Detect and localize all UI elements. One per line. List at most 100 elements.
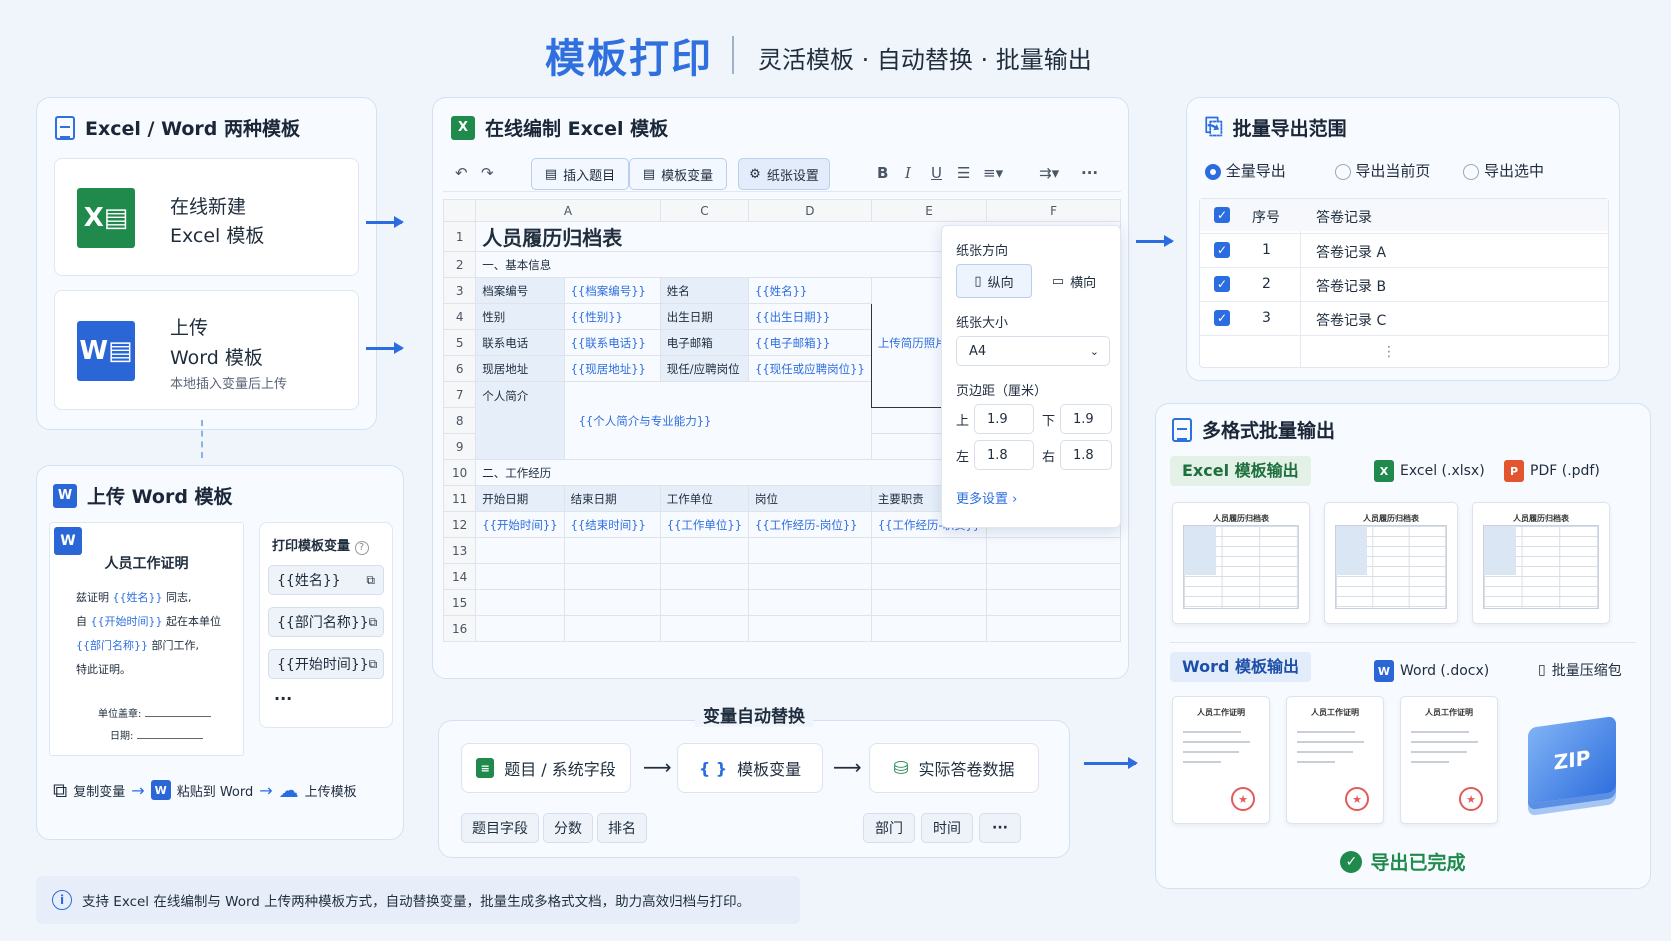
col-header-c[interactable]: C bbox=[659, 199, 750, 222]
col-header-d[interactable]: D bbox=[748, 199, 872, 222]
cell-var[interactable]: {{出生日期}} bbox=[748, 303, 872, 330]
cell-label[interactable]: 现居地址 bbox=[475, 355, 565, 382]
paper-size-select[interactable]: A4 ⌄ bbox=[956, 336, 1110, 366]
italic-icon[interactable]: I bbox=[905, 164, 911, 182]
more-icon[interactable]: ··· bbox=[1081, 164, 1098, 182]
copy-icon[interactable]: ⧉ bbox=[369, 657, 378, 672]
work-var[interactable]: {{结束时间}} bbox=[563, 511, 661, 538]
template-variable-button[interactable]: ▤ 模板变量 bbox=[629, 158, 727, 190]
word-icon: W▤ bbox=[77, 321, 135, 381]
work-header[interactable]: 开始日期 bbox=[475, 485, 565, 512]
table-row[interactable]: ✓ 2 答卷记录 B bbox=[1200, 267, 1608, 299]
cell[interactable] bbox=[659, 615, 750, 642]
valign-icon[interactable]: ≡▾ bbox=[983, 164, 1003, 182]
cell-label[interactable]: 性别 bbox=[475, 303, 565, 330]
radio-selected[interactable]: 导出选中 bbox=[1463, 162, 1544, 180]
cell[interactable] bbox=[659, 563, 750, 590]
cell[interactable] bbox=[475, 563, 565, 590]
row-checkbox[interactable]: ✓ bbox=[1214, 242, 1230, 258]
intro-var-cell[interactable]: {{个人简介与专业能力}} bbox=[563, 381, 872, 460]
cell[interactable] bbox=[563, 589, 661, 616]
vars-more[interactable]: ··· bbox=[274, 689, 292, 708]
chip-rank: 排名 bbox=[597, 813, 647, 843]
align-icon[interactable]: ☰ bbox=[957, 164, 970, 182]
margin-right-input[interactable]: 1.8 bbox=[1060, 440, 1112, 470]
underline-icon[interactable]: U bbox=[931, 164, 942, 182]
margin-left-input[interactable]: 1.8 bbox=[974, 440, 1034, 470]
margin-top-input[interactable]: 1.9 bbox=[974, 404, 1034, 434]
portrait-option[interactable]: ▯ 纵向 bbox=[956, 264, 1032, 298]
cell-var[interactable]: {{现居地址}} bbox=[563, 355, 661, 382]
radio-current[interactable]: 导出当前页 bbox=[1334, 162, 1430, 180]
cell-label[interactable]: 出生日期 bbox=[659, 303, 750, 330]
var-chip-name[interactable]: {{姓名}} ⧉ bbox=[268, 565, 384, 595]
cell-label[interactable]: 姓名 bbox=[659, 277, 750, 304]
cell[interactable] bbox=[870, 615, 988, 642]
cell[interactable] bbox=[870, 563, 988, 590]
cell[interactable] bbox=[748, 563, 872, 590]
col-header-f[interactable]: F bbox=[986, 199, 1121, 222]
word-upload-card[interactable]: W▤ 上传 Word 模板 本地插入变量后上传 bbox=[54, 290, 359, 410]
more-settings-link[interactable]: 更多设置 › bbox=[956, 488, 1017, 507]
help-icon[interactable]: ? bbox=[354, 541, 369, 555]
table-row[interactable]: ✓ 3 答卷记录 C bbox=[1200, 301, 1608, 333]
work-header[interactable]: 岗位 bbox=[748, 485, 872, 512]
landscape-option[interactable]: ▭ 横向 bbox=[1036, 264, 1112, 298]
var-chip-start[interactable]: {{开始时间}} ⧉ bbox=[268, 649, 384, 679]
cell[interactable] bbox=[475, 615, 565, 642]
cell-label[interactable]: 电子邮箱 bbox=[659, 329, 750, 356]
row-checkbox[interactable]: ✓ bbox=[1214, 276, 1230, 292]
work-header[interactable]: 工作单位 bbox=[659, 485, 750, 512]
work-var[interactable]: {{工作经历-岗位}} bbox=[748, 511, 872, 538]
cell-label[interactable]: 现任/应聘岗位 bbox=[659, 355, 750, 382]
redo-icon[interactable]: ↷ bbox=[481, 164, 494, 182]
intro-label-cell[interactable]: 个人简介 bbox=[475, 381, 565, 460]
copy-icon[interactable]: ⧉ bbox=[366, 573, 375, 588]
margin-left-label: 左 bbox=[956, 450, 970, 465]
table-row[interactable]: ✓ 1 答卷记录 A bbox=[1200, 233, 1608, 265]
cell[interactable] bbox=[563, 615, 661, 642]
var-chip-dept[interactable]: {{部门名称}} ⧉ bbox=[268, 607, 384, 637]
row-number: 2 bbox=[443, 251, 477, 278]
cell-label[interactable]: 联系电话 bbox=[475, 329, 565, 356]
cell[interactable] bbox=[748, 615, 872, 642]
cell[interactable] bbox=[870, 589, 988, 616]
radio-all[interactable]: 全量导出 bbox=[1205, 162, 1286, 180]
cell[interactable] bbox=[986, 615, 1121, 642]
undo-icon[interactable]: ↶ bbox=[455, 164, 468, 182]
bold-icon[interactable]: B bbox=[877, 164, 888, 182]
cell[interactable] bbox=[475, 537, 565, 564]
wrap-icon[interactable]: ⇉▾ bbox=[1039, 164, 1059, 182]
cell-var[interactable]: {{电子邮箱}} bbox=[748, 329, 872, 356]
cell[interactable] bbox=[659, 537, 750, 564]
row-checkbox[interactable]: ✓ bbox=[1214, 310, 1230, 326]
col-header-a[interactable]: A bbox=[475, 199, 661, 222]
cell[interactable] bbox=[659, 589, 750, 616]
cell[interactable] bbox=[563, 537, 661, 564]
work-var[interactable]: {{工作单位}} bbox=[659, 511, 750, 538]
paper-settings-button[interactable]: ⚙ 纸张设置 bbox=[738, 158, 830, 190]
cell[interactable] bbox=[870, 537, 988, 564]
margin-bottom-input[interactable]: 1.9 bbox=[1060, 404, 1112, 434]
cell-var[interactable]: {{性别}} bbox=[563, 303, 661, 330]
cell-var[interactable]: {{联系电话}} bbox=[563, 329, 661, 356]
work-header[interactable]: 结束日期 bbox=[563, 485, 661, 512]
cell[interactable] bbox=[563, 563, 661, 590]
cell-label[interactable]: 档案编号 bbox=[475, 277, 565, 304]
cell[interactable] bbox=[986, 563, 1121, 590]
cell-var[interactable]: {{档案编号}} bbox=[563, 277, 661, 304]
checkbox-all[interactable]: ✓ bbox=[1214, 207, 1230, 223]
cell[interactable] bbox=[986, 537, 1121, 564]
doc-sign-seal: 单位盖章: bbox=[98, 705, 211, 720]
work-var[interactable]: {{开始时间}} bbox=[475, 511, 565, 538]
cell[interactable] bbox=[748, 589, 872, 616]
excel-new-card[interactable]: X▤ 在线新建 Excel 模板 bbox=[54, 158, 359, 276]
copy-icon[interactable]: ⧉ bbox=[369, 615, 378, 630]
cell[interactable] bbox=[986, 589, 1121, 616]
col-header-e[interactable]: E bbox=[870, 199, 988, 222]
cell-var[interactable]: {{姓名}} bbox=[748, 277, 872, 304]
cell[interactable] bbox=[748, 537, 872, 564]
insert-question-button[interactable]: ▤ 插入题目 bbox=[531, 158, 629, 190]
cell[interactable] bbox=[475, 589, 565, 616]
cell-var[interactable]: {{现任或应聘岗位}} bbox=[748, 355, 872, 382]
